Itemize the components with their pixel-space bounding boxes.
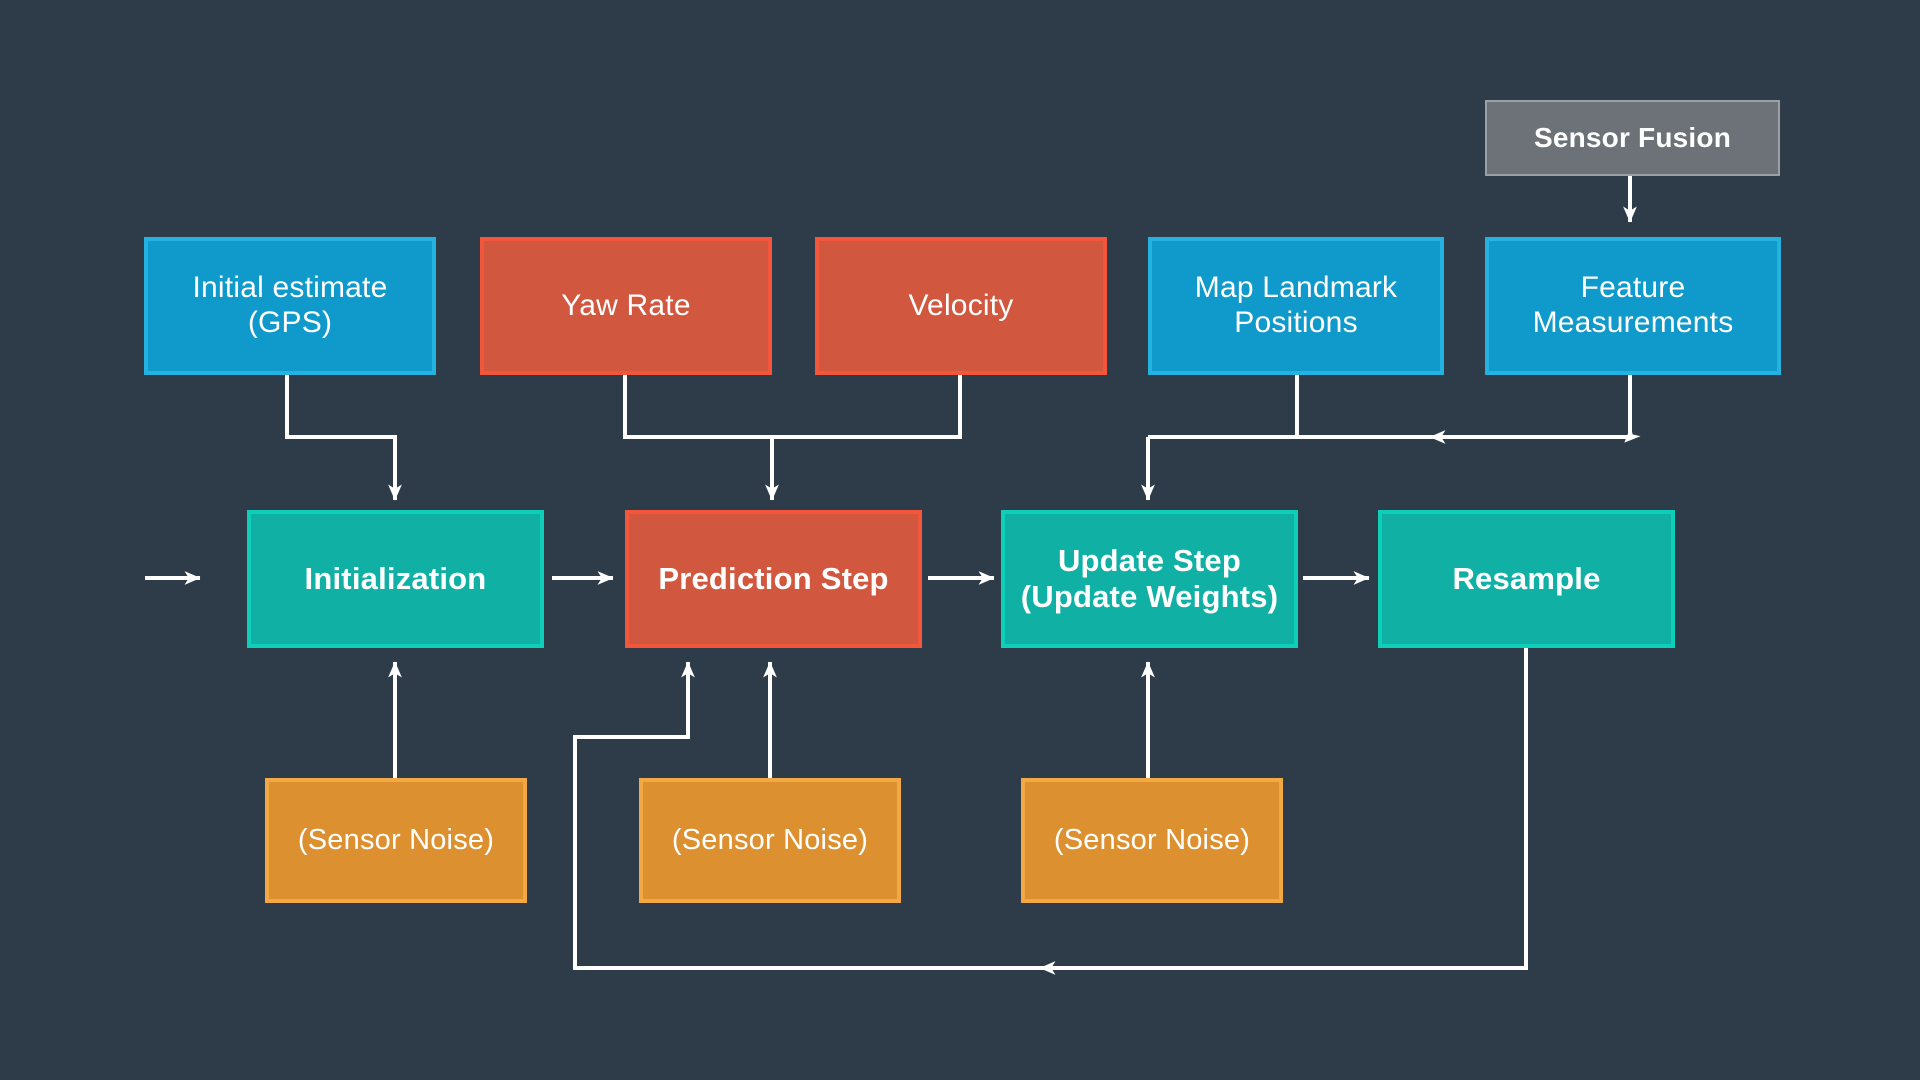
node-label-initial-estimate-gps: Initial estimate (GPS) (192, 271, 388, 339)
connector-gps-to-initialization (285, 375, 402, 501)
node-label-sensor-noise-1: (Sensor Noise) (297, 823, 495, 856)
node-sensor-noise-3[interactable]: (Sensor Noise) (1021, 778, 1283, 903)
node-initial-estimate-gps[interactable]: Initial estimate (GPS) (144, 237, 436, 375)
particle-filter-diagram: Sensor Fusion Initial estimate (GPS) Yaw… (0, 0, 1920, 1080)
node-label-feature-measurements: Feature Measurements (1532, 271, 1734, 339)
connector-velocity-to-prediction (625, 375, 962, 439)
node-label-initialization: Initialization (304, 561, 487, 597)
node-map-landmark-positions[interactable]: Map Landmark Positions (1148, 237, 1444, 375)
node-initialization[interactable]: Initialization (247, 510, 544, 648)
node-update-step[interactable]: Update Step (Update Weights) (1001, 510, 1298, 648)
node-resample[interactable]: Resample (1378, 510, 1675, 648)
node-label-sensor-noise-3: (Sensor Noise) (1053, 823, 1251, 856)
connector-feature-measurements-to-update (1148, 375, 1641, 443)
node-velocity[interactable]: Velocity (815, 237, 1107, 375)
node-prediction-step[interactable]: Prediction Step (625, 510, 922, 648)
node-yaw-rate[interactable]: Yaw Rate (480, 237, 772, 375)
node-label-update-step: Update Step (Update Weights) (1020, 543, 1279, 614)
node-sensor-noise-1[interactable]: (Sensor Noise) (265, 778, 527, 903)
node-label-yaw-rate: Yaw Rate (561, 288, 691, 322)
node-feature-measurements[interactable]: Feature Measurements (1485, 237, 1781, 375)
node-label-prediction-step: Prediction Step (658, 561, 889, 597)
node-label-map-landmark-positions: Map Landmark Positions (1194, 271, 1398, 339)
node-label-sensor-noise-2: (Sensor Noise) (671, 823, 869, 856)
node-label-sensor-fusion: Sensor Fusion (1533, 121, 1732, 153)
node-sensor-noise-2[interactable]: (Sensor Noise) (639, 778, 901, 903)
node-label-resample: Resample (1452, 561, 1601, 597)
node-label-velocity: Velocity (908, 288, 1014, 322)
node-sensor-fusion-title[interactable]: Sensor Fusion (1485, 100, 1780, 176)
